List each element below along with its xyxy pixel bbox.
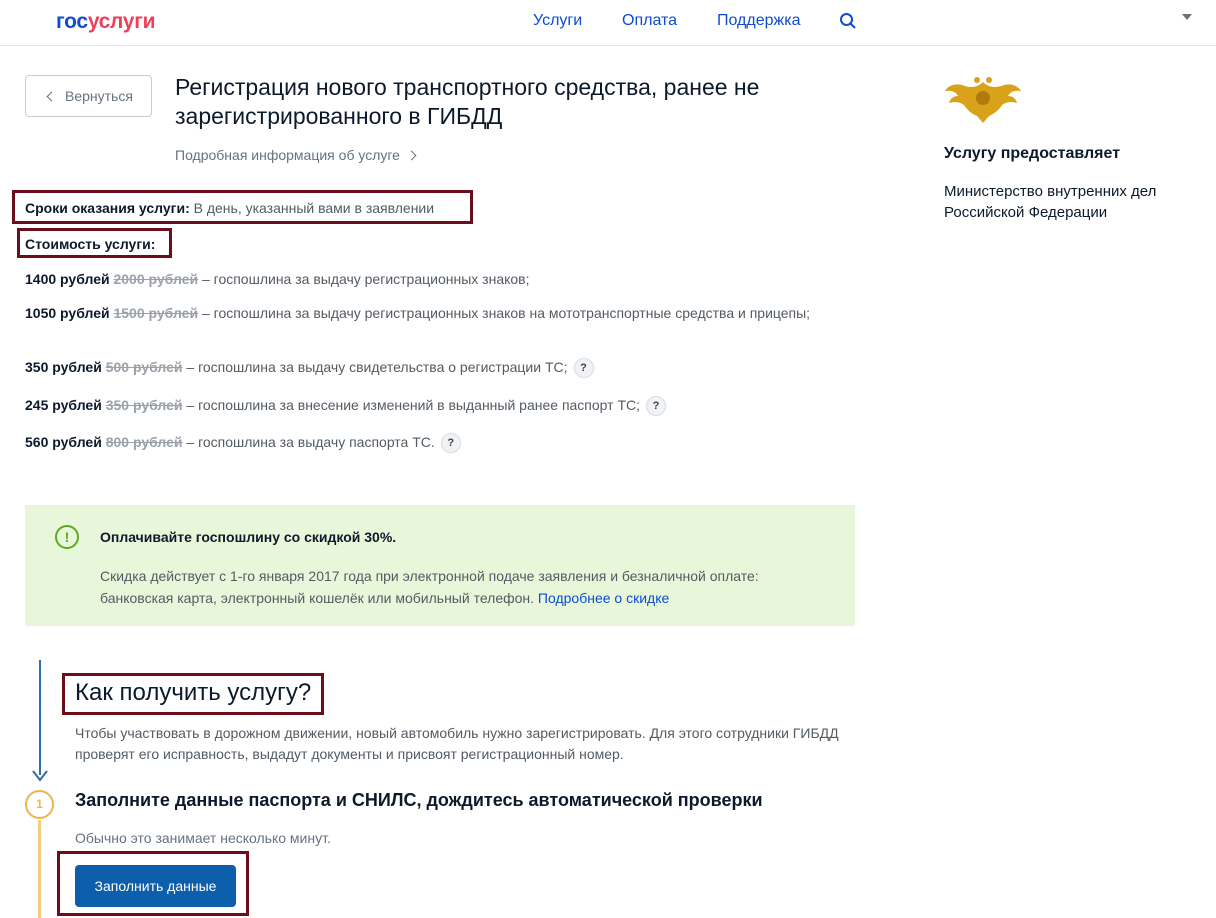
fill-data-button[interactable]: Заполнить данные — [75, 865, 236, 907]
chevron-down-icon[interactable] — [1182, 14, 1192, 20]
discount-title: Оплачивайте госпошлину со скидкой 30%. — [100, 529, 397, 545]
fee-row-4: 245 рублей 350 рублей – госпошлина за вн… — [25, 395, 815, 417]
fee-row-5: 560 рублей 800 рублей – госпошлина за вы… — [25, 432, 815, 454]
service-cost-label: Стоимость услуги: — [25, 236, 156, 252]
fee-row-1: 1400 рублей 2000 рублей – госпошлина за … — [25, 271, 530, 287]
service-term: Сроки оказания услуги: В день, указанный… — [25, 200, 435, 216]
chevron-right-icon — [406, 150, 417, 160]
how-to-get-description: Чтобы участвовать в дорожном движении, н… — [75, 725, 839, 762]
provider-heading: Услугу предоставляет — [944, 145, 1121, 162]
discount-details-link[interactable]: Подробнее о скидке — [538, 590, 669, 606]
step-line — [38, 820, 41, 918]
mvd-emblem-icon — [945, 77, 1021, 123]
arrow-down-icon — [32, 770, 48, 782]
page-title: Регистрация нового транспортного средств… — [175, 74, 760, 129]
fee-row-3: 350 рублей 500 рублей – госпошлина за вы… — [25, 357, 815, 379]
chevron-left-icon — [46, 91, 57, 101]
help-icon[interactable]: ? — [440, 433, 461, 454]
service-info-link[interactable]: Подробная информация об услуге — [175, 147, 417, 163]
back-button[interactable]: Вернуться — [25, 75, 152, 117]
step-title: Заполните данные паспорта и СНИЛС, дожди… — [75, 790, 763, 810]
top-header: госуслуги Услуги Оплата Поддержка — [0, 0, 1216, 46]
fee-row-2: 1050 рублей 1500 рублей – госпошлина за … — [25, 305, 811, 321]
exclamation-icon: ! — [55, 525, 79, 549]
provider-name: Министерство внутренних дел Российской Ф… — [944, 183, 1157, 221]
nav-services[interactable]: Услуги — [533, 12, 582, 30]
how-to-get-title: Как получить услугу? — [75, 679, 312, 706]
timeline-line — [39, 660, 41, 775]
discount-notice: ! Оплачивайте госпошлину со скидкой 30%.… — [25, 505, 855, 626]
gosuslugi-logo[interactable]: госуслуги — [56, 10, 156, 34]
help-icon[interactable]: ? — [573, 358, 594, 379]
help-icon[interactable]: ? — [646, 396, 667, 417]
step-description: Обычно это занимает несколько минут. — [75, 830, 331, 846]
nav-support[interactable]: Поддержка — [717, 12, 800, 30]
search-icon[interactable] — [839, 12, 857, 30]
step-number-badge: 1 — [25, 790, 54, 819]
nav-payment[interactable]: Оплата — [622, 12, 677, 30]
discount-text: Скидка действует с 1-го января 2017 года… — [100, 568, 759, 606]
